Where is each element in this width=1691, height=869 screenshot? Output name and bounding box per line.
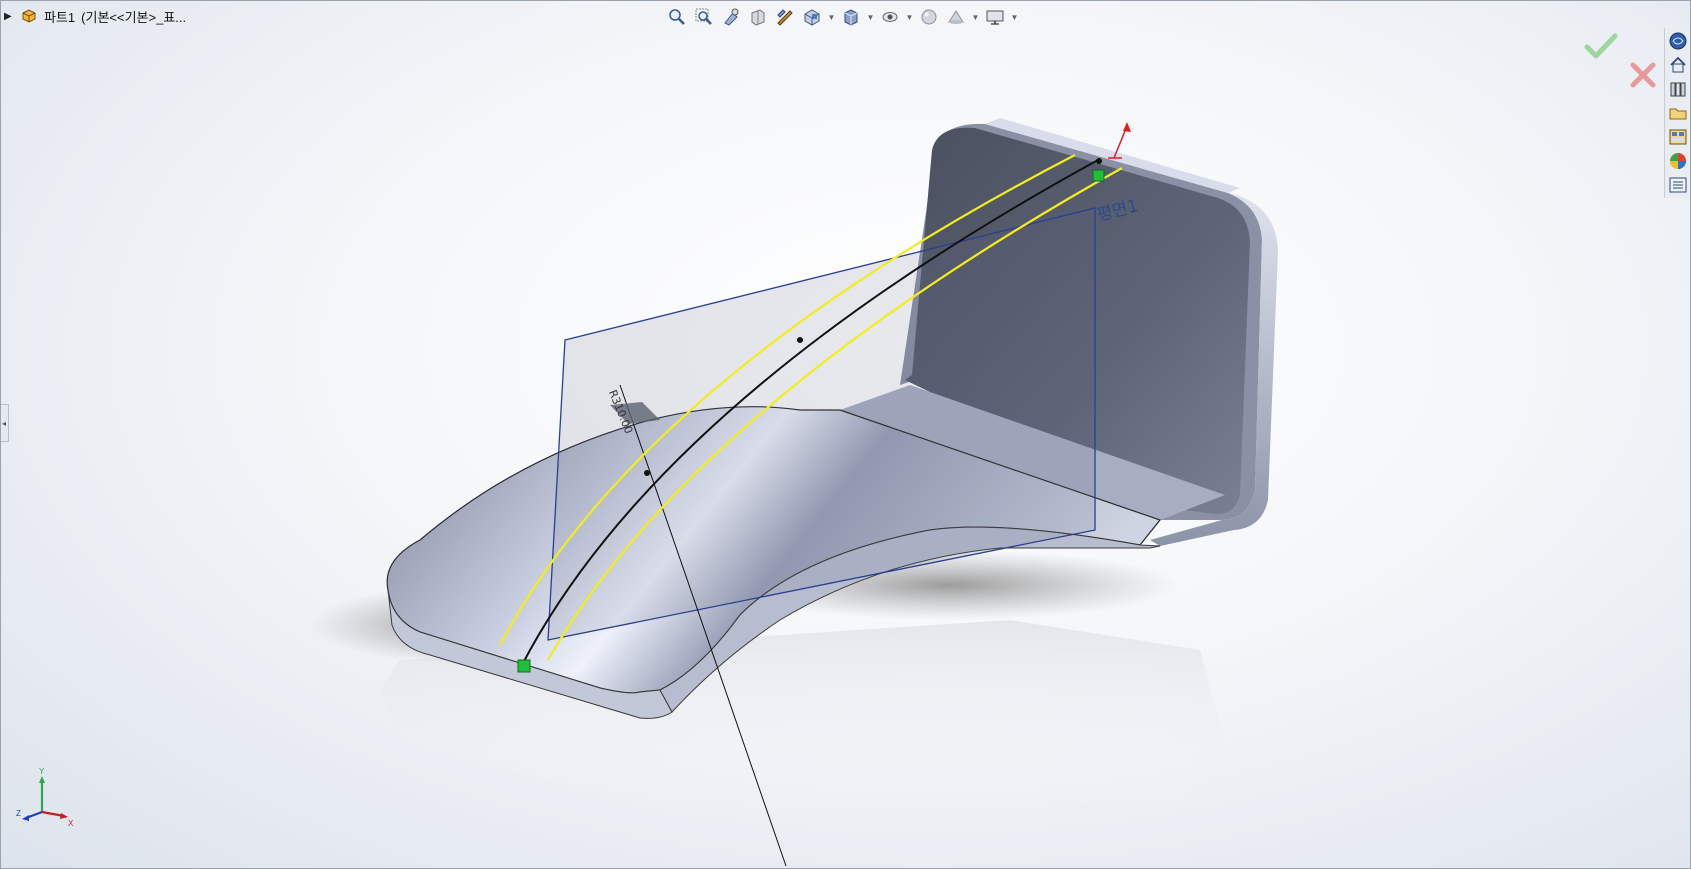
end-handle-bottom <box>517 659 531 673</box>
triad-z-label: Z <box>16 809 21 818</box>
apply-scene-icon[interactable] <box>944 5 968 29</box>
custom-properties-icon[interactable] <box>1666 174 1690 196</box>
end-handle-top <box>1092 169 1105 182</box>
design-library-icon[interactable] <box>1666 78 1690 100</box>
part-name[interactable]: 파트1 <box>44 7 75 26</box>
solidworks-resources-icon[interactable] <box>1666 30 1690 52</box>
collapsed-panel-handle[interactable]: ◂ <box>0 404 9 442</box>
home-icon[interactable] <box>1666 54 1690 76</box>
checkmark-icon[interactable] <box>1584 32 1618 62</box>
zoom-to-area-icon[interactable] <box>692 5 716 29</box>
previous-view-icon[interactable] <box>719 5 743 29</box>
chevron-down-icon[interactable]: ▼ <box>971 5 980 29</box>
dynamic-annotation-icon[interactable] <box>773 5 797 29</box>
hide-show-items-icon[interactable] <box>878 5 902 29</box>
path-point <box>644 470 650 476</box>
view-orientation-icon[interactable] <box>800 5 824 29</box>
triangle-right-icon[interactable]: ▶ <box>4 11 14 22</box>
zoom-to-fit-icon[interactable] <box>665 5 689 29</box>
section-view-icon[interactable] <box>746 5 770 29</box>
appearances-icon[interactable] <box>1666 150 1690 172</box>
chevron-down-icon[interactable]: ▼ <box>866 5 875 29</box>
part-icon <box>22 9 36 23</box>
path-point-mid <box>797 337 803 343</box>
triad-y-label: Y <box>39 767 45 776</box>
graphics-area[interactable]: 평면1 R310.00 <box>0 0 1691 869</box>
task-pane-tabs <box>1664 28 1691 198</box>
path-endpoint <box>1096 158 1102 164</box>
normal-arrow-head <box>1123 122 1131 132</box>
model-viewport-svg[interactable] <box>0 0 1691 869</box>
heads-up-view-toolbar: ▼ ▼ ▼ ▼ ▼ <box>665 4 1019 30</box>
chevron-down-icon[interactable]: ▼ <box>905 5 914 29</box>
view-palette-icon[interactable] <box>1666 126 1690 148</box>
edit-appearance-icon[interactable] <box>917 5 941 29</box>
chevron-down-icon[interactable]: ▼ <box>827 5 836 29</box>
file-explorer-icon[interactable] <box>1666 102 1690 124</box>
display-style-icon[interactable] <box>839 5 863 29</box>
triad-x-label: X <box>68 819 74 826</box>
cancel-x-icon[interactable] <box>1628 60 1658 90</box>
configuration-label[interactable]: (기본<<기본>_표... <box>81 7 186 26</box>
reference-triad: Y X Z <box>16 767 74 826</box>
feature-tree-header[interactable]: ▶ 파트1 (기본<<기본>_표... <box>4 5 186 27</box>
chevron-down-icon[interactable]: ▼ <box>1010 5 1019 29</box>
view-settings-icon[interactable] <box>983 5 1007 29</box>
